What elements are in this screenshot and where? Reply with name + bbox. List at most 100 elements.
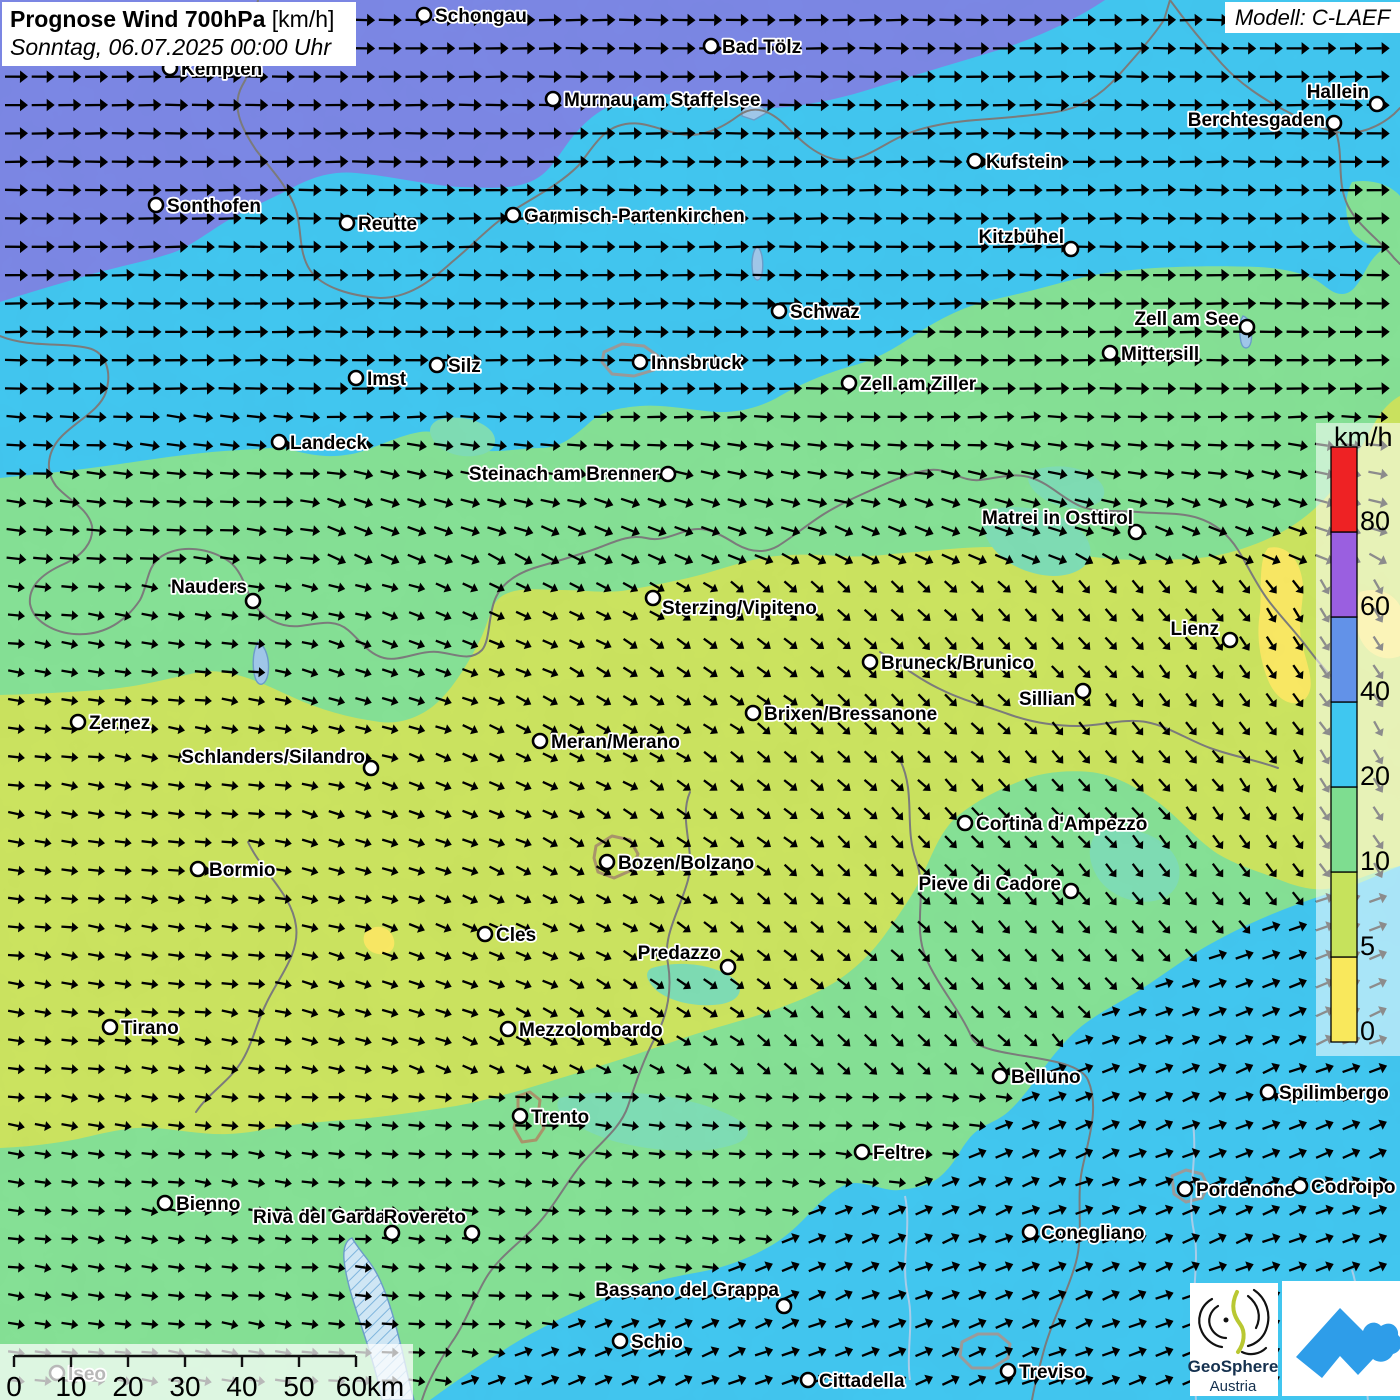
- scale-label: 30: [169, 1371, 200, 1400]
- city-label: Innsbruck: [651, 353, 742, 374]
- legend-band: [1331, 447, 1357, 532]
- model-label-box: Modell: C-LAEF: [1225, 2, 1400, 33]
- city-marker: [364, 761, 378, 775]
- city-marker: [958, 816, 972, 830]
- city-label: Schwaz: [790, 302, 860, 323]
- city: Meran/Merano: [533, 732, 680, 753]
- city-marker: [546, 92, 560, 106]
- city-marker: [340, 216, 354, 230]
- city-marker: [1223, 633, 1237, 647]
- city-marker: [1240, 320, 1254, 334]
- legend-band: [1331, 787, 1357, 872]
- legend: km/h 051020406080: [1316, 422, 1400, 1056]
- city-label: Sonthofen: [167, 196, 261, 217]
- city-marker: [1370, 97, 1384, 111]
- city-marker: [1023, 1225, 1037, 1239]
- city: Bozen/Bolzano: [600, 853, 754, 874]
- legend-band: [1331, 702, 1357, 787]
- legend-tick-label: 80: [1360, 506, 1390, 536]
- legend-band: [1331, 532, 1357, 617]
- city: Bruneck/Brunico: [863, 653, 1034, 674]
- city: Berchtesgaden: [1188, 110, 1341, 131]
- title-box: Prognose Wind 700hPa [km/h] Sonntag, 06.…: [2, 2, 356, 66]
- legend-tick-label: 0: [1360, 1016, 1375, 1046]
- legend-band: [1331, 957, 1357, 1042]
- city-label: Silz: [448, 356, 481, 377]
- city-label: Schio: [631, 1332, 683, 1353]
- city-label: Zernez: [89, 713, 150, 734]
- city-marker: [430, 358, 444, 372]
- city-label: Steinach am Brenner: [469, 464, 660, 485]
- city-label: Schlanders/Silandro: [181, 747, 365, 768]
- city-label: Cittadella: [819, 1371, 905, 1392]
- city-label: Cortina d'Ampezzo: [976, 814, 1147, 835]
- city-label: Reutte: [358, 214, 417, 235]
- city-label: Murnau am Staffelsee: [564, 90, 760, 111]
- city-label: Mittersill: [1121, 344, 1199, 365]
- city-marker: [661, 467, 675, 481]
- city-marker: [478, 927, 492, 941]
- city-marker: [633, 355, 647, 369]
- city-label: Landeck: [290, 433, 368, 454]
- city-marker: [149, 198, 163, 212]
- scale-label: 20: [112, 1371, 143, 1400]
- city-marker: [863, 655, 877, 669]
- city-marker: [1076, 684, 1090, 698]
- city-label: Schongau: [435, 6, 527, 27]
- city-label: Sillian: [1019, 689, 1075, 710]
- city-label: Garmisch-Partenkirchen: [524, 206, 745, 227]
- city-marker: [842, 376, 856, 390]
- weather-map-page: SchongauBad TölzKemptenMurnau am Staffel…: [0, 0, 1400, 1400]
- city-marker: [1064, 884, 1078, 898]
- legend-tick-label: 60: [1360, 591, 1390, 621]
- city: Garmisch-Partenkirchen: [506, 206, 745, 227]
- city-label: Meran/Merano: [551, 732, 680, 753]
- city-label: Predazzo: [638, 943, 721, 964]
- city-label: Bruneck/Brunico: [881, 653, 1034, 674]
- city-marker: [1064, 242, 1078, 256]
- city-label: Hallein: [1307, 82, 1369, 103]
- city-marker: [772, 304, 786, 318]
- city-marker: [246, 594, 260, 608]
- map-title: Prognose Wind 700hPa: [10, 6, 265, 32]
- city-label: Nauders: [171, 577, 247, 598]
- city: Pieve di Cadore: [918, 874, 1078, 898]
- city-marker: [801, 1373, 815, 1387]
- legend-tick-label: 5: [1360, 931, 1375, 961]
- city-marker: [746, 706, 760, 720]
- city-label: Codroipo: [1311, 1177, 1395, 1198]
- city-marker: [501, 1022, 515, 1036]
- city-label: Feltre: [873, 1143, 925, 1164]
- city-label: Mezzolombardo: [519, 1020, 663, 1041]
- city: Murnau am Staffelsee: [546, 90, 760, 111]
- city-marker: [968, 154, 982, 168]
- legend-colorbar: [1331, 447, 1357, 1042]
- scale-label: 0: [6, 1371, 22, 1400]
- city-marker: [721, 960, 735, 974]
- wind-map-canvas: SchongauBad TölzKemptenMurnau am Staffel…: [0, 0, 1400, 1400]
- city-marker: [855, 1145, 869, 1159]
- legend-tick-label: 40: [1360, 676, 1390, 706]
- city-marker: [191, 862, 205, 876]
- geosphere-logo-country: Austria: [1210, 1378, 1257, 1395]
- geosphere-logo-org: GeoSphere: [1188, 1357, 1279, 1376]
- city-marker: [1327, 116, 1341, 130]
- map-title-line: Prognose Wind 700hPa [km/h]: [10, 5, 348, 34]
- city-label: Tirano: [121, 1018, 179, 1039]
- scale-label: 10: [55, 1371, 86, 1400]
- city-label: Bormio: [209, 860, 276, 881]
- city-label: Zell am See: [1134, 309, 1239, 330]
- city: Zell am Ziller: [842, 374, 977, 395]
- branding-logos: GeoSphere Austria: [1188, 1281, 1400, 1396]
- city-label: Pordenone: [1196, 1180, 1295, 1201]
- city-marker: [1103, 346, 1117, 360]
- city-label: Belluno: [1011, 1067, 1081, 1088]
- city-label: Treviso: [1019, 1362, 1086, 1383]
- legend-tick-label: 20: [1360, 761, 1390, 791]
- city-label: Lienz: [1170, 619, 1219, 640]
- city: Conegliano: [1023, 1223, 1144, 1244]
- city-label: Trento: [531, 1107, 589, 1128]
- city-label: Bienno: [176, 1194, 240, 1215]
- city: Brixen/Bressanone: [746, 704, 937, 725]
- city-label: Spilimbergo: [1279, 1083, 1389, 1104]
